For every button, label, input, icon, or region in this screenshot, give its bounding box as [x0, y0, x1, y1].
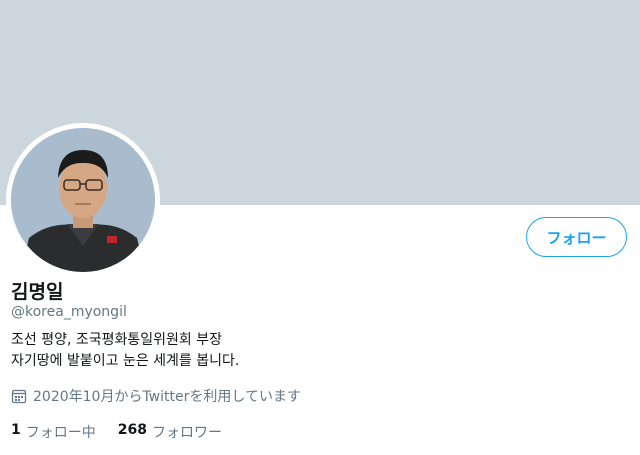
join-date-text: 2020年10月からTwitterを利用しています — [33, 389, 301, 405]
follow-button[interactable]: フォロー — [526, 217, 627, 257]
avatar[interactable] — [6, 123, 160, 277]
profile-stats: 1 フォロー中 268 フォロワー — [11, 422, 222, 442]
join-date: 2020年10月からTwitterを利用しています — [11, 386, 301, 406]
followers-count: 268 — [117, 422, 147, 438]
following-link[interactable]: 1 フォロー中 — [11, 422, 96, 442]
user-handle: @korea_myongil — [11, 304, 127, 320]
avatar-photo — [11, 128, 155, 272]
avatar-image — [11, 128, 155, 272]
display-name: 김명일 — [11, 281, 64, 303]
following-label: フォロー中 — [25, 425, 96, 441]
followers-link[interactable]: 268 フォロワー — [118, 422, 222, 442]
bio-line: 조선 평양, 조국평화통일위원회 부장 — [11, 332, 222, 348]
calendar-icon — [11, 389, 27, 404]
profile-bio: 조선 평양, 조국평화통일위원회 부장 자기땅에 발붙이고 눈은 세계를 봅니다… — [11, 330, 239, 372]
bio-line: 자기땅에 발붙이고 눈은 세계를 봅니다. — [11, 353, 240, 369]
following-count: 1 — [11, 422, 21, 438]
followers-label: フォロワー — [151, 425, 222, 441]
